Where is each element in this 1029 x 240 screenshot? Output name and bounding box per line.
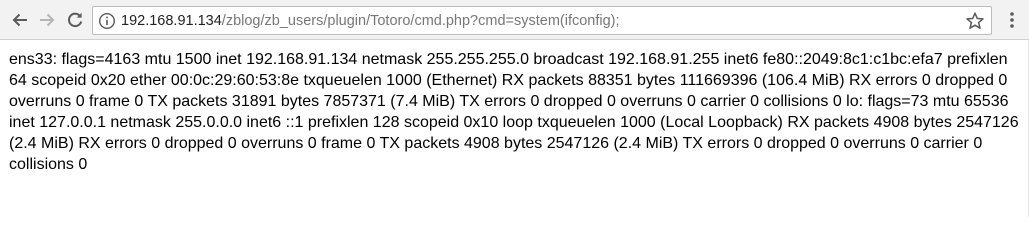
arrow-left-icon: [12, 13, 27, 27]
back-button[interactable]: [8, 8, 32, 32]
info-icon[interactable]: [98, 12, 116, 30]
url-path: /zblog/zb_users/plugin/Totoro/cmd.php?cm…: [221, 13, 620, 29]
address-bar[interactable]: 192.168.91.134/zblog/zb_users/plugin/Tot…: [92, 6, 992, 35]
reload-icon: [68, 12, 83, 28]
star-icon[interactable]: [965, 11, 985, 31]
forward-button[interactable]: [35, 8, 59, 32]
browser-toolbar: 192.168.91.134/zblog/zb_users/plugin/Tot…: [0, 0, 1029, 40]
url-host: 192.168.91.134: [121, 13, 222, 29]
url-text[interactable]: 192.168.91.134/zblog/zb_users/plugin/Tot…: [121, 13, 620, 30]
command-output: ens33: flags=4163 mtu 1500 inet 192.168.…: [9, 51, 1019, 173]
kebab-menu-icon[interactable]: [1003, 10, 1021, 30]
reload-button[interactable]: [63, 8, 87, 32]
arrow-right-icon: [40, 13, 55, 27]
